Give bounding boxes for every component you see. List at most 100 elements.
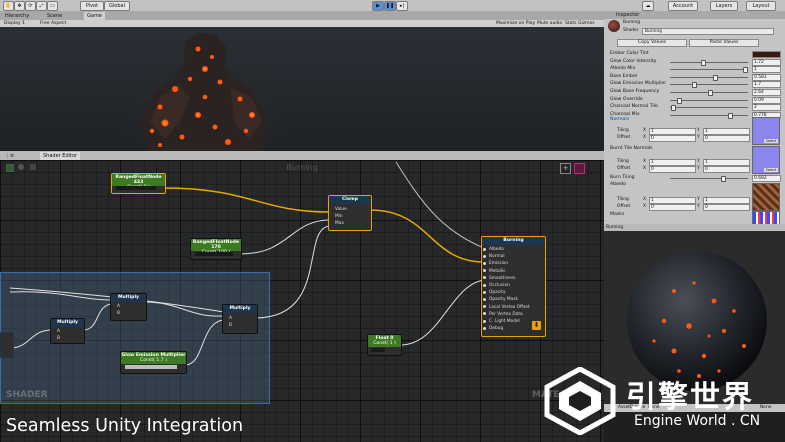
collab-cloud-icon[interactable]: ☁: [642, 1, 654, 11]
node-slider[interactable]: [116, 186, 156, 190]
property-value-field[interactable]: 2.64: [752, 89, 781, 96]
burning-output-node[interactable]: Burning Albedo Normal Emission Metallic Smoo…: [481, 236, 546, 337]
property-label: Glow Base Frequency: [610, 89, 660, 94]
burning-pin: Debug: [489, 326, 504, 332]
multiply-node-3[interactable]: Multiply A B: [222, 304, 258, 334]
input-port-icon[interactable]: [483, 261, 486, 265]
property-slider[interactable]: [670, 112, 748, 119]
axis-label: X: [643, 159, 647, 164]
slider-handle[interactable]: [701, 59, 707, 66]
property-slider[interactable]: [670, 74, 748, 81]
property-value-field[interactable]: 1.72: [752, 58, 781, 66]
slider-handle[interactable]: [742, 67, 748, 74]
shader-label: Shader: [623, 28, 639, 33]
burning-pin: Per Vertex Data: [489, 311, 523, 317]
slider-handle[interactable]: [708, 90, 714, 96]
input-port-icon[interactable]: [483, 290, 486, 294]
ranged-float-node-170[interactable]: RangedFloatNode 170 Const( 100 ): [190, 238, 242, 260]
property-label: Charcoal Normal Tile: [610, 104, 658, 110]
masks-label: Masks: [610, 212, 625, 217]
multiply-node-2[interactable]: Multiply A B: [50, 318, 85, 344]
input-port-icon[interactable]: [483, 283, 486, 287]
layout-dropdown[interactable]: Layout: [746, 1, 776, 11]
layers-dropdown[interactable]: Layers: [710, 1, 738, 11]
slider-handle[interactable]: [671, 105, 677, 112]
node-header: RangedFloatNode 433 Const( 0 ): [112, 174, 165, 190]
property-value-field[interactable]: 0.583: [752, 73, 781, 81]
vector-field[interactable]: 1: [649, 128, 696, 135]
slider-handle[interactable]: [692, 82, 698, 89]
input-port-icon[interactable]: [483, 254, 486, 258]
offset-label: Offset: [617, 135, 631, 140]
glow-emission-multiplier-node[interactable]: Glow Emission Multiplier Const( 1.7 ): [120, 351, 187, 374]
slider-handle[interactable]: [712, 74, 718, 81]
shader-dropdown[interactable]: Burning: [642, 28, 774, 35]
ranged-float-node-433[interactable]: RangedFloatNode 433 Const( 0 ): [111, 173, 166, 194]
burn-tiling-value[interactable]: 0.692: [752, 175, 781, 182]
property-value-field[interactable]: 1.7: [752, 81, 781, 89]
input-port-icon[interactable]: [483, 319, 486, 323]
input-port-icon[interactable]: [483, 305, 486, 309]
multiply3-pin-b: B: [229, 323, 232, 328]
multiply3-pin-a: A: [229, 316, 232, 321]
burnt-normals-select-button[interactable]: Select: [764, 168, 778, 172]
property-value-field[interactable]: 0.09: [752, 96, 781, 104]
property-slider[interactable]: [670, 105, 748, 112]
inspector-tab[interactable]: Inspector: [604, 11, 785, 19]
burning-pin: Normal: [489, 254, 505, 260]
property-value-field[interactable]: 2: [752, 104, 781, 112]
property-label: Base Ember: [610, 73, 638, 79]
ember-color-swatch[interactable]: [752, 51, 781, 58]
property-slider[interactable]: [670, 67, 748, 74]
axis-label: Y: [697, 166, 700, 171]
multiply1-pin-a: A: [117, 304, 120, 309]
slider-handle[interactable]: [721, 176, 727, 182]
albedo-label: Albedo: [610, 182, 626, 187]
node-title: Multiply: [51, 319, 84, 327]
vector-field[interactable]: 1: [649, 197, 696, 204]
vector-field[interactable]: 1: [703, 128, 750, 135]
copy-values-button[interactable]: Copy Values: [617, 39, 687, 47]
input-port-icon[interactable]: [483, 326, 486, 330]
vector-field[interactable]: 0: [703, 135, 750, 142]
node-subtitle: Const( 1 ): [373, 341, 396, 346]
partial-node-left[interactable]: [0, 332, 14, 358]
tiling-label-2: Tiling: [617, 159, 629, 164]
node-value-field[interactable]: [371, 348, 385, 352]
paste-values-button[interactable]: Paste Values: [689, 39, 759, 47]
vector-field[interactable]: 0: [649, 204, 696, 211]
property-slider[interactable]: [670, 82, 748, 89]
input-port-icon[interactable]: [483, 247, 486, 251]
input-port-icon[interactable]: [483, 269, 486, 273]
node-slider[interactable]: [125, 365, 177, 369]
input-port-icon[interactable]: [483, 312, 486, 316]
vector-field[interactable]: 1: [649, 159, 696, 166]
property-slider[interactable]: [670, 97, 748, 104]
burn-tiling-slider[interactable]: [670, 176, 748, 182]
vector-field[interactable]: 0: [649, 166, 696, 173]
albedo-texture-slot[interactable]: [752, 183, 780, 211]
float-0-node[interactable]: Float 0 Const( 1 ): [367, 334, 402, 356]
normals-select-button[interactable]: Select: [764, 139, 778, 143]
slider-handle[interactable]: [727, 112, 733, 119]
clamp-node[interactable]: Clamp Value Min Max: [328, 195, 372, 231]
account-dropdown[interactable]: Account: [668, 1, 698, 11]
property-slider[interactable]: [670, 90, 748, 96]
node-slider[interactable]: [195, 252, 233, 256]
property-value-field[interactable]: 1: [752, 66, 781, 74]
input-port-icon[interactable]: [483, 297, 486, 301]
input-port-icon[interactable]: [483, 276, 486, 280]
slider-handle[interactable]: [677, 97, 683, 104]
inspector-tab-label: Inspector: [616, 12, 640, 18]
download-icon[interactable]: ⬇: [532, 321, 541, 330]
masks-texture-slot[interactable]: [752, 211, 780, 225]
vector-field[interactable]: 0: [703, 166, 750, 173]
burning-pin: Emission: [489, 261, 509, 267]
vector-field[interactable]: 0: [703, 204, 750, 211]
asset-bundle-variant-none[interactable]: None: [760, 405, 771, 410]
vector-field[interactable]: 0: [649, 135, 696, 142]
property-slider[interactable]: [670, 59, 748, 66]
vector-field[interactable]: 1: [703, 197, 750, 204]
multiply-node-1[interactable]: Multiply A B: [110, 293, 147, 321]
vector-field[interactable]: 1: [703, 159, 750, 166]
